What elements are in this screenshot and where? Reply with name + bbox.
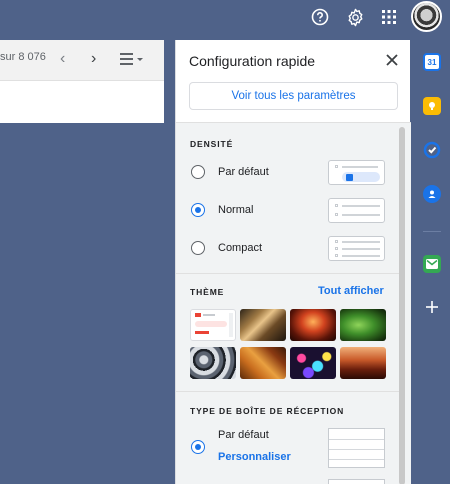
inbox-type-section-title: TYPE DE BOÎTE DE RÉCEPTION — [190, 406, 345, 416]
theme-tile-chess[interactable] — [240, 309, 286, 341]
theme-tile-leaf[interactable] — [340, 309, 386, 341]
mail-toolbar: sur 8 076 ‹ › — [0, 40, 164, 80]
customize-inbox-link[interactable]: Personnaliser — [218, 451, 291, 463]
density-default-preview[interactable] — [328, 160, 385, 185]
addon-icon[interactable] — [423, 255, 441, 273]
inbox-default-preview[interactable] — [328, 428, 385, 468]
theme-tile-autumn[interactable] — [240, 347, 286, 379]
inbox-next-preview[interactable] — [328, 479, 385, 484]
settings-scroll-area: DENSITÉ Par défaut Normal Compact THÈME … — [176, 122, 411, 484]
density-section-title: DENSITÉ — [190, 139, 234, 149]
theme-tile-desert[interactable] — [340, 347, 386, 379]
density-compact-label[interactable]: Compact — [218, 242, 262, 254]
density-compact-preview[interactable] — [328, 236, 385, 261]
settings-icon[interactable] — [344, 6, 366, 28]
section-divider — [176, 391, 399, 392]
split-view-icon[interactable] — [120, 53, 146, 71]
panel-title: Configuration rapide — [189, 53, 316, 69]
inbox-default-radio[interactable] — [191, 440, 205, 454]
show-all-themes-link[interactable]: Tout afficher — [318, 285, 384, 297]
rail-divider — [423, 231, 441, 232]
mail-count: sur 8 076 — [0, 51, 46, 63]
theme-tile-default[interactable] — [190, 309, 236, 341]
contacts-icon[interactable] — [423, 185, 441, 203]
theme-section-title: THÈME — [190, 287, 225, 297]
theme-tile-pipes[interactable] — [190, 347, 236, 379]
density-normal-label[interactable]: Normal — [218, 204, 253, 216]
apps-grid-icon[interactable] — [378, 6, 400, 28]
tasks-icon[interactable] — [423, 141, 441, 159]
density-normal-radio[interactable] — [191, 203, 205, 217]
calendar-icon[interactable]: 31 — [423, 53, 441, 71]
plus-icon[interactable] — [423, 298, 441, 316]
theme-tile-canyon[interactable] — [290, 309, 336, 341]
density-normal-preview[interactable] — [328, 198, 385, 223]
inbox-default-label[interactable]: Par défaut — [218, 429, 269, 441]
close-icon[interactable] — [382, 50, 402, 70]
density-compact-radio[interactable] — [191, 241, 205, 255]
all-settings-button[interactable]: Voir tous les paramètres — [189, 82, 398, 110]
quick-settings-panel: Configuration rapide Voir tous les param… — [175, 40, 411, 484]
scrollbar[interactable] — [399, 127, 405, 484]
density-default-radio[interactable] — [191, 165, 205, 179]
mail-list-area — [0, 80, 164, 123]
chevron-right-icon[interactable]: › — [91, 50, 96, 68]
chevron-left-icon[interactable]: ‹ — [60, 50, 65, 68]
help-icon[interactable] — [309, 6, 331, 28]
keep-icon[interactable] — [423, 97, 441, 115]
section-divider — [176, 273, 399, 274]
theme-tile-bubbles[interactable] — [290, 347, 336, 379]
density-default-label[interactable]: Par défaut — [218, 166, 269, 178]
account-avatar[interactable] — [411, 1, 442, 32]
